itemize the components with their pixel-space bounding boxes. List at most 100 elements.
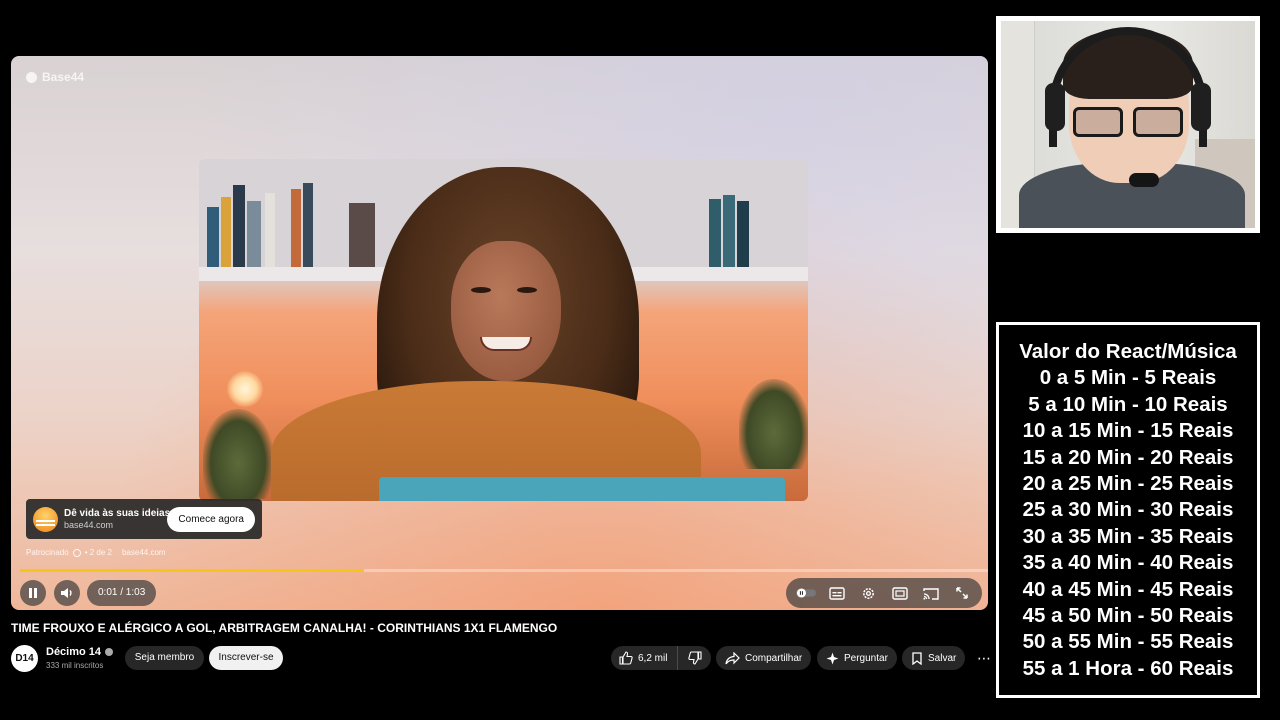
book — [207, 207, 219, 267]
price-line: 20 a 25 Min - 25 Reais — [1022, 472, 1234, 496]
webcam-frame — [996, 16, 1260, 233]
ad-meta: Patrocinado • 2 de 2 base44.com — [26, 548, 166, 557]
sponsor-link[interactable]: base44.com — [122, 548, 166, 557]
verified-badge-icon — [105, 648, 114, 656]
headset-earcup — [1045, 83, 1065, 131]
cast-button[interactable] — [921, 583, 941, 603]
save-button[interactable]: Salvar — [902, 646, 966, 670]
ad-position: • 2 de 2 — [84, 548, 112, 557]
book — [291, 189, 301, 267]
player-right-controls — [786, 578, 982, 608]
progress-fill — [20, 569, 364, 572]
glasses — [1073, 107, 1183, 139]
person-smile — [480, 337, 532, 351]
ad-text: Dê vida às suas ideias base44.com — [64, 508, 170, 530]
ad-domain: base44.com — [64, 519, 114, 530]
price-line: 15 a 20 Min - 20 Reais — [1022, 445, 1234, 469]
price-list-title: Valor do React/Música — [1019, 340, 1237, 363]
share-icon — [725, 651, 740, 664]
theater-mode-icon — [891, 586, 908, 600]
subtitles-button[interactable] — [827, 583, 847, 603]
pause-button[interactable] — [20, 580, 46, 606]
cast-icon — [923, 587, 939, 600]
book — [233, 185, 245, 267]
channel-name-text: Décimo 14 — [46, 646, 102, 658]
settings-button[interactable] — [858, 583, 878, 603]
webcam-feed — [1001, 21, 1255, 228]
channel-avatar[interactable]: D14 — [11, 645, 38, 672]
glasses-lens — [1133, 107, 1183, 137]
save-label: Salvar — [928, 652, 957, 664]
join-button[interactable]: Seja membro — [125, 646, 204, 670]
plant — [739, 379, 808, 469]
book — [349, 203, 375, 267]
book — [247, 201, 261, 267]
like-button[interactable]: 6,2 mil — [611, 646, 678, 670]
channel-name[interactable]: Décimo 14 — [46, 646, 114, 658]
ad-cta-button[interactable]: Comece agora — [167, 507, 255, 532]
pause-icon — [29, 588, 37, 598]
microphone-icon — [1129, 173, 1159, 187]
price-line: 5 a 10 Min - 10 Reais — [1028, 392, 1228, 416]
price-line: 50 a 55 Min - 55 Reais — [1022, 630, 1234, 654]
book — [737, 201, 749, 267]
subscribe-button[interactable]: Inscrever-se — [209, 646, 283, 670]
subtitles-icon — [829, 586, 845, 600]
like-dislike-group: 6,2 mil — [611, 646, 711, 670]
advertiser-logo-icon — [33, 506, 58, 532]
lamp — [227, 371, 263, 407]
volume-icon — [61, 588, 72, 598]
book — [265, 193, 275, 267]
brand-watermark: Base44 — [26, 70, 84, 84]
dislike-button[interactable] — [678, 646, 711, 670]
ask-button[interactable]: Perguntar — [817, 646, 897, 670]
video-title: TIME FROUXO E ALÉRGICO A GOL, ARBITRAGEM… — [11, 621, 558, 635]
bookmark-icon — [912, 651, 922, 665]
brand-logo-icon — [26, 71, 37, 83]
time-display: 0:01 / 1:03 — [87, 580, 157, 606]
price-line: 10 a 15 Min - 15 Reais — [1022, 419, 1234, 443]
video-player[interactable]: Base44 Dê vida às suas ideias base44.com… — [11, 56, 988, 610]
subscriber-count: 333 mil inscritos — [46, 661, 104, 670]
person-eye — [471, 287, 491, 293]
book — [723, 195, 735, 267]
share-label: Compartilhar — [745, 652, 803, 664]
thumbs-up-icon — [619, 651, 633, 665]
react-price-list: Valor do React/Música 0 a 5 Min - 5 Reai… — [996, 322, 1260, 698]
volume-button[interactable] — [54, 580, 80, 606]
price-line: 55 a 1 Hora - 60 Reais — [1022, 656, 1234, 680]
ad-video-frame — [199, 159, 808, 501]
book — [221, 197, 231, 267]
plant — [203, 409, 273, 499]
person-face — [451, 241, 561, 381]
price-line: 45 a 50 Min - 50 Reais — [1022, 604, 1234, 628]
thumbs-down-icon — [687, 651, 702, 665]
fullscreen-icon — [956, 587, 969, 599]
price-line: 30 a 35 Min - 35 Reais — [1022, 524, 1234, 548]
fullscreen-button[interactable] — [952, 583, 972, 603]
book — [709, 199, 721, 267]
autoplay-toggle-icon — [795, 588, 816, 598]
info-icon[interactable] — [72, 548, 81, 557]
autoplay-toggle[interactable] — [795, 583, 816, 603]
share-button[interactable]: Compartilhar — [716, 646, 812, 670]
book — [303, 183, 313, 267]
ask-label: Perguntar — [844, 652, 888, 664]
person-eye — [517, 287, 537, 293]
theater-mode-button[interactable] — [890, 583, 910, 603]
brand-watermark-text: Base44 — [42, 70, 85, 84]
ad-overlay-card[interactable]: Dê vida às suas ideias base44.com Comece… — [26, 499, 262, 539]
settings-gear-icon — [862, 587, 874, 599]
sponsored-label: Patrocinado — [26, 548, 69, 557]
price-line: 25 a 30 Min - 30 Reais — [1022, 498, 1234, 522]
more-options-button[interactable]: ⋯ — [973, 646, 995, 670]
like-count: 6,2 mil — [638, 652, 668, 664]
price-line: 35 a 40 Min - 40 Reais — [1022, 551, 1234, 575]
glasses-lens — [1073, 107, 1123, 137]
headset-earcup — [1191, 83, 1211, 131]
sparkle-icon — [826, 652, 839, 664]
price-line: 40 a 45 Min - 45 Reais — [1022, 577, 1234, 601]
laptop — [379, 477, 785, 501]
progress-bar[interactable] — [20, 569, 988, 572]
ad-title: Dê vida às suas ideias — [64, 508, 171, 520]
